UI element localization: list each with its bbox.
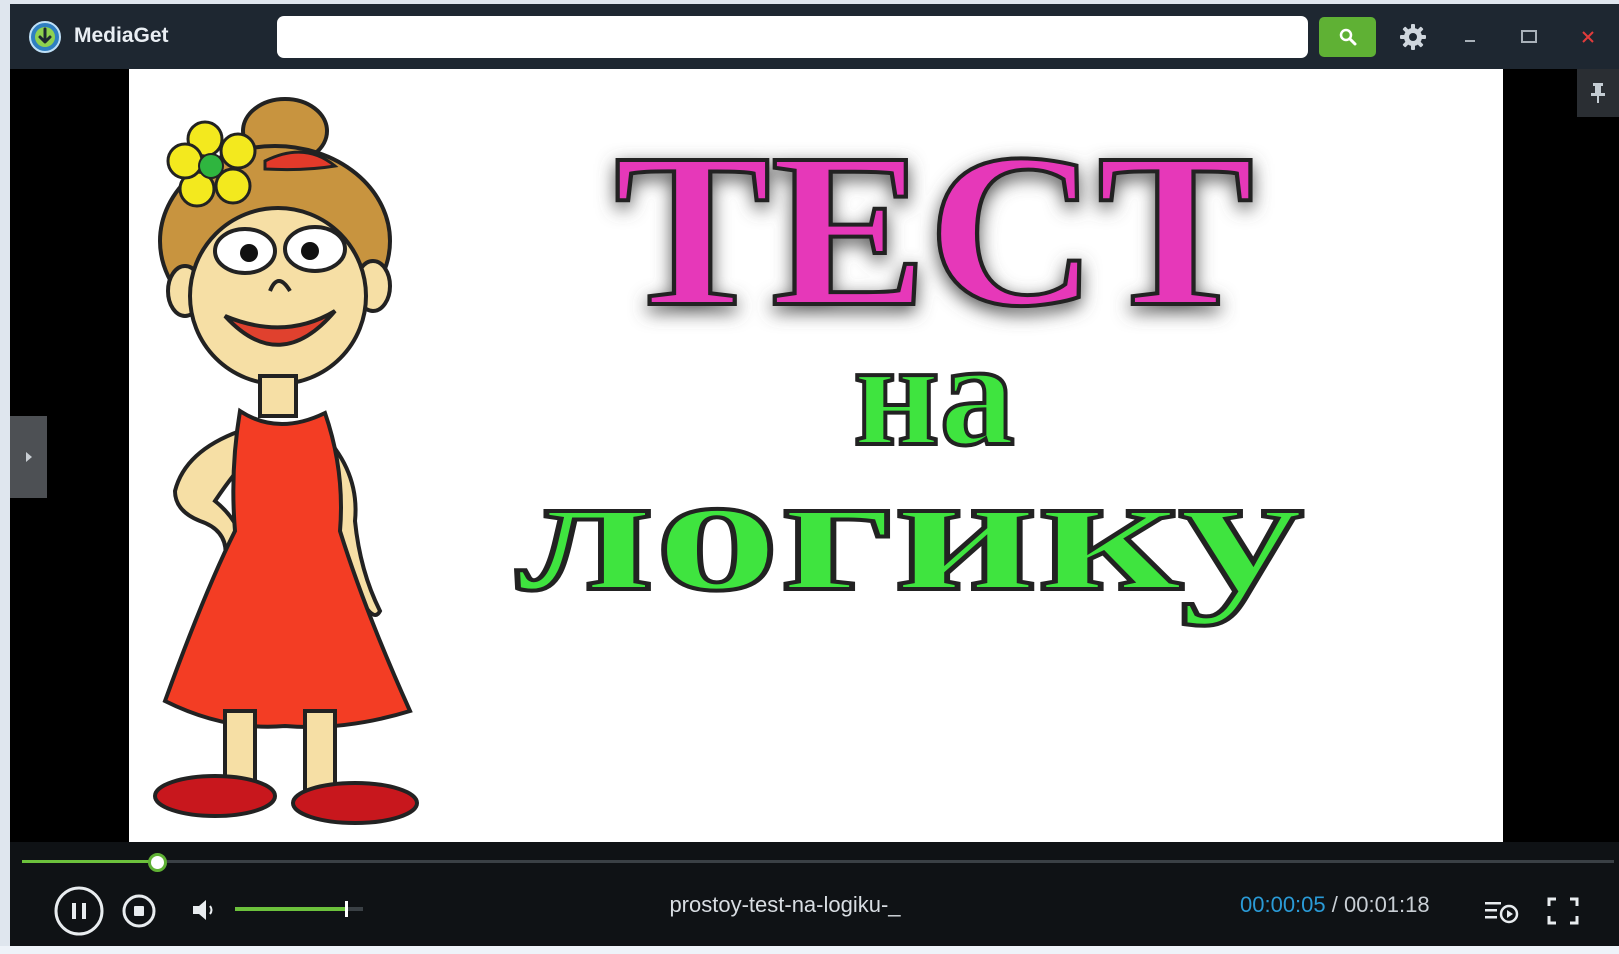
minimize-icon (1465, 39, 1475, 42)
pause-button[interactable] (52, 884, 106, 938)
search-icon (1339, 28, 1356, 46)
video-frame[interactable]: ТЕСТ на логику (129, 69, 1503, 842)
close-button[interactable] (1559, 4, 1617, 69)
fullscreen-button[interactable] (1546, 896, 1580, 926)
side-panel-toggle[interactable] (10, 416, 47, 498)
search-button[interactable] (1319, 17, 1376, 57)
stop-button[interactable] (120, 892, 158, 930)
time-separator: / (1325, 892, 1344, 917)
playlist-icon (1485, 902, 1519, 924)
media-filename: prostoy-test-na-logiku-_ (669, 892, 901, 917)
pause-icon (54, 886, 104, 936)
video-title-line3: логику (514, 438, 1304, 626)
time-display: 00:00:05 / 00:01:18 (1240, 892, 1430, 918)
cartoon-girl-illustration (153, 97, 419, 825)
player-controls: prostoy-test-na-logiku-_ 00:00:05 / 00:0… (10, 842, 1619, 950)
app-title: MediaGet (74, 24, 169, 47)
search-input[interactable] (277, 16, 1308, 58)
minimize-button[interactable] (1441, 4, 1499, 69)
volume-level (235, 907, 347, 911)
seek-bar-progress (22, 860, 157, 863)
playlist-button[interactable] (1482, 896, 1522, 926)
mediaget-download-icon (29, 21, 61, 53)
bottom-edge (0, 946, 1619, 954)
seek-bar-thumb[interactable] (148, 853, 167, 872)
mediaget-window: MediaGet ТЕСТ на логику prostoy-test-na-… (10, 4, 1619, 950)
maximize-icon (1521, 29, 1537, 43)
stop-icon (122, 894, 156, 928)
pin-icon (1591, 83, 1605, 103)
total-time: 00:01:18 (1343, 892, 1430, 917)
pin-button[interactable] (1577, 69, 1619, 117)
fullscreen-icon (1547, 897, 1579, 925)
gear-icon[interactable] (1398, 22, 1428, 52)
maximize-button[interactable] (1500, 4, 1558, 69)
video-title-graphic: ТЕСТ на логику (512, 106, 1306, 628)
close-icon (1582, 30, 1594, 43)
current-time: 00:00:05 (1240, 892, 1326, 917)
volume-button[interactable] (190, 896, 222, 924)
chevron-right-icon (25, 452, 32, 462)
seek-bar[interactable] (22, 860, 1614, 863)
video-area[interactable]: ТЕСТ на логику (10, 69, 1619, 842)
speaker-icon (193, 900, 213, 920)
volume-slider-thumb[interactable] (345, 901, 348, 917)
title-bar: MediaGet (10, 4, 1619, 69)
